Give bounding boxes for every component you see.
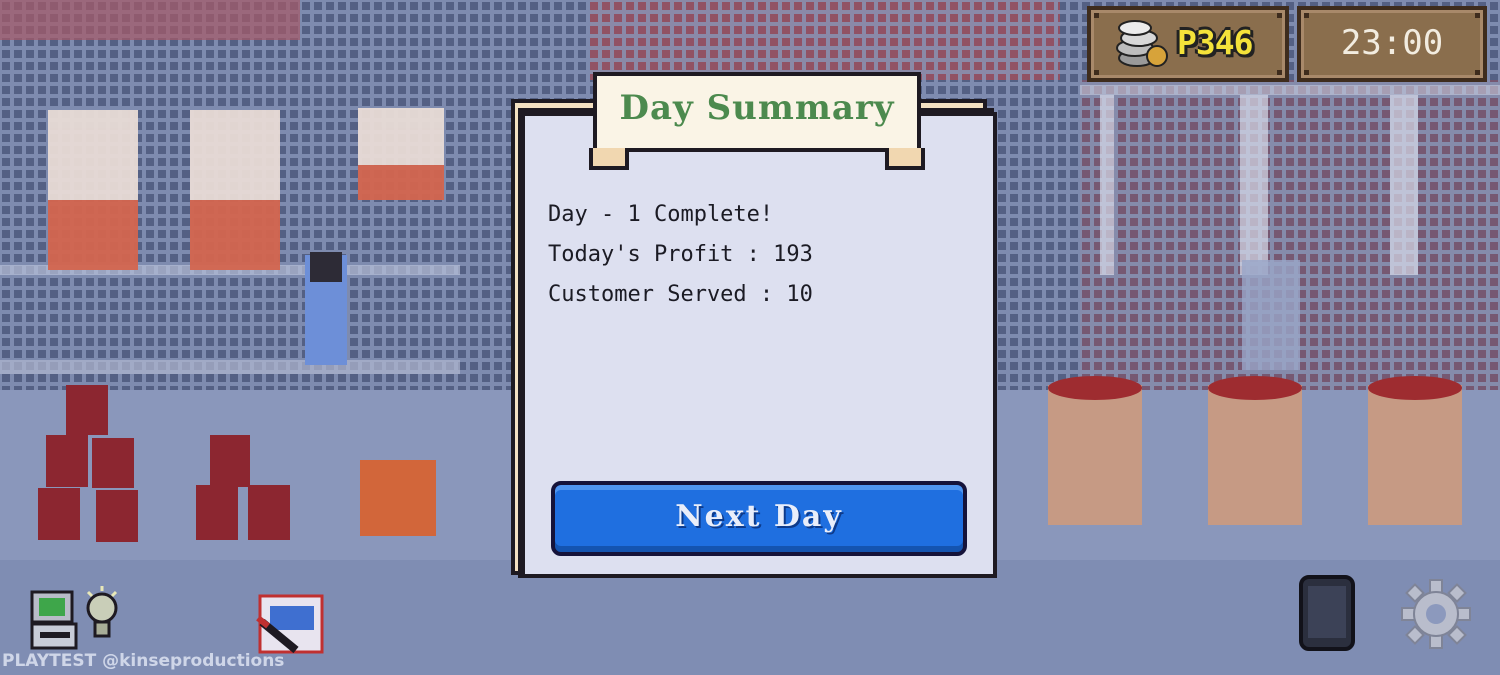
lightbulb-icon[interactable] [84, 584, 120, 644]
dialog-title: Day Summary [619, 88, 895, 128]
playtest-watermark: PLAYTEST @kinseproductions [2, 651, 285, 671]
next-day-button[interactable]: Next Day [551, 481, 967, 556]
dialog-title-banner: Day Summary [589, 72, 925, 170]
coin-stack-icon [1116, 20, 1168, 67]
money-amount: P346 [1177, 23, 1253, 62]
money-display: P346 [1087, 6, 1289, 82]
phone-icon[interactable] [1298, 574, 1356, 652]
computer-icon[interactable] [30, 590, 78, 652]
clock-display: 23:00 [1297, 6, 1487, 82]
gear-icon[interactable] [1400, 578, 1472, 650]
next-day-label: Next Day [675, 499, 843, 534]
day-complete-text: Day - 1 Complete! [548, 202, 774, 227]
todays-profit-text: Today's Profit : 193 [548, 242, 813, 267]
snack-bag-icon[interactable] [256, 592, 326, 656]
clock-time: 23:00 [1340, 23, 1444, 63]
customers-served-text: Customer Served : 10 [548, 282, 813, 307]
